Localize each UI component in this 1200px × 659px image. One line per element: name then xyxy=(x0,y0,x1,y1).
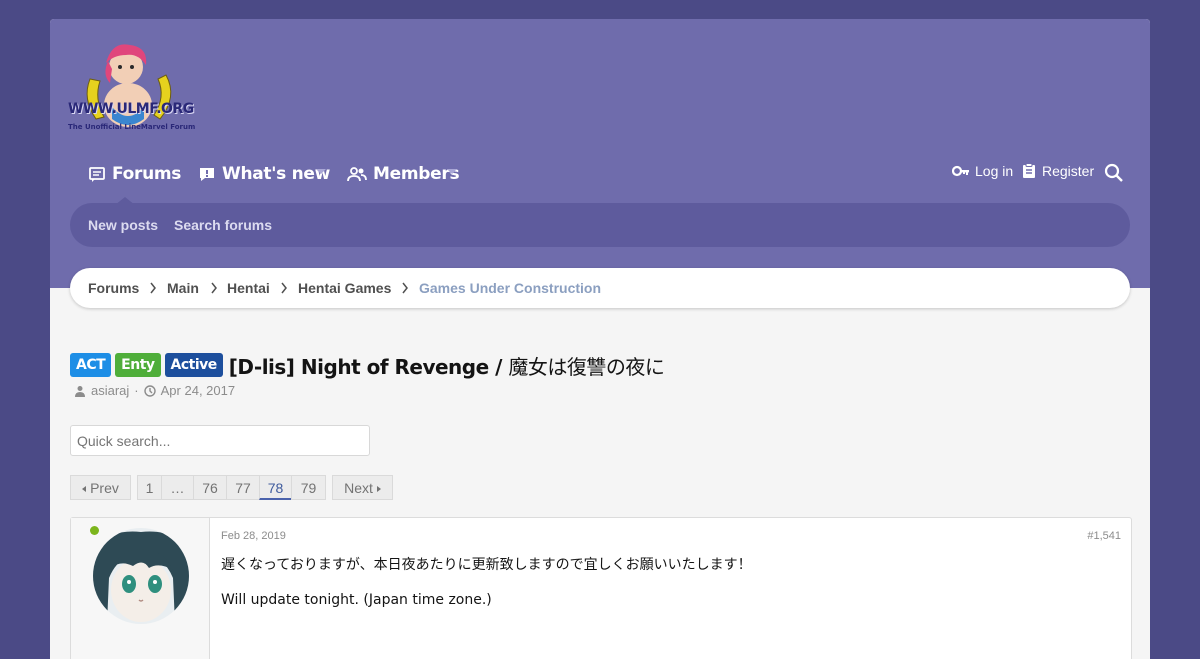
label-active[interactable]: Active xyxy=(164,353,223,377)
whats-new-dropdown-caret[interactable] xyxy=(316,169,326,174)
date-meta: Apr 24, 2017 xyxy=(143,383,235,398)
user-icon xyxy=(75,385,85,397)
thread-title: ACT Enty Active [D-lis] Night of Revenge… xyxy=(70,351,665,380)
tab-forums-label: Forums xyxy=(112,164,182,184)
register-label: Register xyxy=(1042,163,1095,179)
tab-whats-new[interactable]: What's new xyxy=(198,161,330,187)
sub-navigation: New posts Search forums xyxy=(70,203,1130,247)
login-label: Log in xyxy=(975,163,1014,179)
page-1-button[interactable]: 1 xyxy=(137,475,162,500)
thread-meta: asiaraj · Apr 24, 2017 xyxy=(74,383,235,398)
prev-page-button[interactable]: Prev xyxy=(70,475,131,500)
chevron-right-icon xyxy=(211,282,217,294)
thread-title-en: [D-lis] Night of Revenge xyxy=(228,354,489,379)
logo-subtext: The Unofficial LineMarvel Forum xyxy=(68,123,196,131)
subnav-new-posts[interactable]: New posts xyxy=(88,217,158,233)
forum-icon xyxy=(89,167,105,182)
page-78-button[interactable]: 78 xyxy=(259,475,292,500)
post-number[interactable]: #1,541 xyxy=(1087,530,1121,542)
register-link[interactable]: Register xyxy=(1021,163,1094,179)
members-dropdown-caret[interactable] xyxy=(447,169,457,174)
tab-forums[interactable]: Forums xyxy=(88,161,181,187)
header: WWW.ULMF.ORG The Unofficial LineMarvel F… xyxy=(50,19,1150,288)
next-page-button[interactable]: Next xyxy=(332,475,393,500)
breadcrumb-item-hentai-games[interactable]: Hentai Games xyxy=(298,280,391,296)
page-79-button[interactable]: 79 xyxy=(291,475,326,500)
chevron-right-icon xyxy=(150,282,156,294)
prev-label: Prev xyxy=(90,480,119,496)
breadcrumb-item-hentai[interactable]: Hentai xyxy=(227,280,270,296)
chevron-right-icon xyxy=(402,282,408,294)
whats-new-icon xyxy=(200,168,214,181)
tab-members[interactable]: Members xyxy=(347,161,460,187)
page-ellipsis-button[interactable]: … xyxy=(161,475,194,500)
post: Feb 28, 2019 #1,541 遅くなっておりますが、本日夜あたりに更新… xyxy=(70,517,1132,659)
label-act[interactable]: ACT xyxy=(70,353,112,377)
post-date[interactable]: Feb 28, 2019 xyxy=(221,530,286,542)
tab-whats-new-label: What's new xyxy=(222,164,331,184)
breadcrumb-item-forums[interactable]: Forums xyxy=(88,280,139,296)
page-77-button[interactable]: 77 xyxy=(226,475,260,500)
search-icon xyxy=(1104,163,1123,182)
thread-title-text: [D-lis] Night of Revenge / 魔女は復讐の夜に xyxy=(229,351,665,380)
thread-title-jp: 魔女は復讐の夜に xyxy=(508,354,665,379)
online-status-indicator xyxy=(90,526,99,535)
avatar[interactable] xyxy=(93,528,189,624)
caret-left-icon xyxy=(82,486,87,493)
clipboard-icon xyxy=(1023,163,1035,178)
key-icon xyxy=(952,165,969,177)
chevron-right-icon xyxy=(281,282,287,294)
breadcrumb-item-main[interactable]: Main xyxy=(167,280,199,296)
post-user-panel xyxy=(71,518,210,659)
search-button[interactable] xyxy=(1104,163,1129,183)
clock-icon xyxy=(143,384,156,397)
thread-title-separator: / xyxy=(488,354,509,379)
page-76-button[interactable]: 76 xyxy=(193,475,227,500)
post-body-line-1: 遅くなっておりますが、本日夜あたりに更新致しますので宜しくお願いいたします！ xyxy=(221,557,752,573)
label-enty[interactable]: Enty xyxy=(115,353,161,377)
next-label: Next xyxy=(344,480,373,496)
members-icon xyxy=(347,167,367,182)
thread-date[interactable]: Apr 24, 2017 xyxy=(161,383,235,398)
subnav-search-forums[interactable]: Search forums xyxy=(174,217,272,233)
breadcrumb: Forums Main Hentai Hentai Games Games Un… xyxy=(70,268,1130,308)
breadcrumb-item-games-under-construction[interactable]: Games Under Construction xyxy=(419,280,601,296)
author-meta: asiaraj xyxy=(74,383,129,398)
login-link[interactable]: Log in xyxy=(952,163,1013,179)
page-container: WWW.ULMF.ORG The Unofficial LineMarvel F… xyxy=(50,19,1150,659)
thread-author[interactable]: asiaraj xyxy=(91,383,129,398)
site-logo[interactable]: WWW.ULMF.ORG The Unofficial LineMarvel F… xyxy=(68,39,195,139)
logo-text: WWW.ULMF.ORG xyxy=(68,101,194,117)
tab-members-label: Members xyxy=(373,164,460,184)
meta-separator: · xyxy=(134,383,139,398)
caret-right-icon xyxy=(376,486,381,493)
post-body-line-2: Will update tonight. (Japan time zone.) xyxy=(221,592,492,608)
avatar-image xyxy=(93,528,189,624)
quick-search-input[interactable] xyxy=(70,425,370,456)
